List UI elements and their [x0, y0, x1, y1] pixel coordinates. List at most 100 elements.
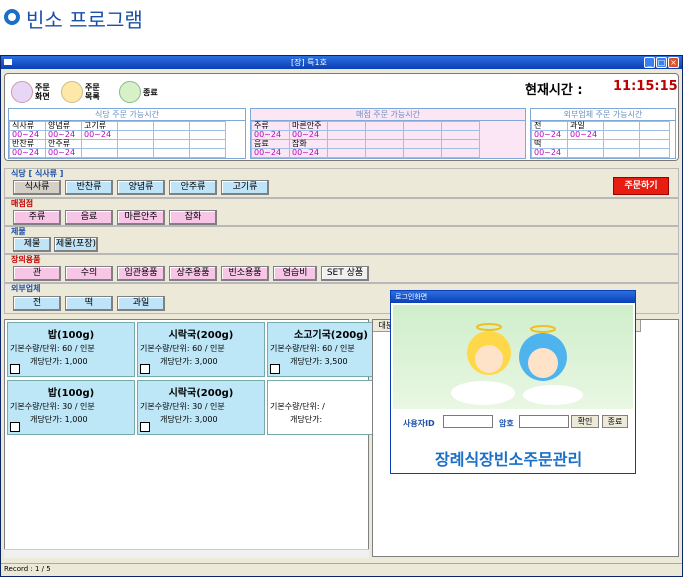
order-screen-button[interactable]: 주문 화면: [11, 78, 50, 106]
hours-cell: [567, 139, 604, 149]
toolbar-label: 주문: [85, 83, 100, 92]
category-button[interactable]: 고기류: [221, 180, 269, 195]
product-name: 밥(100g): [47, 330, 95, 341]
category-button[interactable]: 떡: [65, 296, 113, 311]
cloud-icon: [523, 385, 583, 405]
product-checkbox[interactable]: [140, 422, 150, 432]
category-title: 매점점: [11, 199, 34, 208]
hours-cell: [189, 121, 226, 131]
product-card[interactable]: 밥(100g) 기본수량/단위: 60 / 인분 개당단가: 1,000: [7, 322, 135, 377]
category-button[interactable]: 식사류: [13, 180, 61, 195]
order-list-button[interactable]: 주문 목록: [61, 78, 100, 106]
category-button[interactable]: 과일: [117, 296, 165, 311]
category-button[interactable]: 입관용품: [117, 266, 165, 281]
category-button[interactable]: 제물: [13, 237, 51, 252]
category-button[interactable]: 빈소용품: [221, 266, 269, 281]
hours-cell: [117, 148, 154, 158]
category-button[interactable]: 마른안주: [117, 210, 165, 225]
place-order-button[interactable]: 주문하기: [613, 177, 669, 195]
hours-cell: [639, 130, 670, 140]
toolbar-label: 종료: [143, 87, 158, 97]
hours-cell: [153, 139, 190, 149]
restaurant-category: 식당 [ 식사류 ] 식사류 반찬류 양념류 안주류 고기류: [4, 168, 679, 198]
category-button[interactable]: 관: [13, 266, 61, 281]
hours-cell: [639, 148, 670, 158]
minimize-icon[interactable]: _: [644, 57, 655, 68]
product-card[interactable]: 시락국(200g) 기본수량/단위: 60 / 인분 개당단가: 3,000: [137, 322, 265, 377]
category-button[interactable]: 음료: [65, 210, 113, 225]
product-price: 개당단가: 3,000: [160, 415, 218, 424]
maximize-icon[interactable]: □: [656, 57, 667, 68]
store-hours-grid: 매점 주문 가능시간 주류 마른안주 00~24 00~24 음료 잡화 00~24 00~2…: [250, 108, 526, 159]
hours-cell: [117, 130, 154, 140]
category-button[interactable]: 잡화: [169, 210, 217, 225]
category-button[interactable]: 염습비: [273, 266, 317, 281]
hours-table: 식사류 양념류 고기류 00~24 00~24 00~24 반찬류 안주류 00~24 00~24: [9, 121, 226, 158]
hours-cell: [189, 139, 226, 149]
product-price: 개당단가: 3,500: [290, 357, 348, 366]
hours-cell: 00~24: [9, 148, 46, 158]
password-input[interactable]: [519, 415, 569, 428]
hours-cell: [81, 148, 118, 158]
product-price: 개당단가: 1,000: [30, 415, 88, 424]
grid-title: 매점 주문 가능시간: [251, 109, 525, 121]
category-button[interactable]: 전: [13, 296, 61, 311]
password-label: 암호: [499, 419, 514, 428]
hours-cell: 00~24: [567, 130, 604, 140]
horizontal-scrollbar[interactable]: [4, 549, 369, 558]
angel-face-icon: [475, 345, 503, 373]
product-card[interactable]: 시락국(200g) 기본수량/단위: 30 / 인분 개당단가: 3,000: [137, 380, 265, 435]
category-button[interactable]: 양념류: [117, 180, 165, 195]
hours-cell: [365, 130, 404, 140]
product-price: 개당단가: 3,000: [160, 357, 218, 366]
product-checkbox[interactable]: [10, 364, 20, 374]
hours-cell: [365, 148, 404, 158]
category-title: 제물: [11, 227, 26, 236]
hours-cell: 00~24: [289, 148, 328, 158]
hours-table: 전 과일 00~24 00~24 떡 00~24: [531, 121, 670, 158]
hours-row: 음료 잡화: [251, 139, 480, 149]
exit-button[interactable]: 종료: [119, 78, 158, 106]
hours-cell: [403, 148, 442, 158]
category-button[interactable]: 상주용품: [169, 266, 217, 281]
hours-cell: [603, 148, 640, 158]
hours-cell: [441, 139, 480, 149]
hours-cell: [153, 121, 190, 131]
category-button[interactable]: 반찬류: [65, 180, 113, 195]
hours-cell: [189, 130, 226, 140]
category-button[interactable]: 주류: [13, 210, 61, 225]
product-quantity: 기본수량/단위: 60 / 인분: [10, 344, 95, 353]
hours-cell: [639, 139, 670, 149]
category-button[interactable]: 수의: [65, 266, 113, 281]
hours-cell: [403, 139, 442, 149]
hours-cell: [403, 121, 442, 131]
login-exit-button[interactable]: 종료: [602, 415, 628, 428]
checklist-icon: [61, 81, 83, 103]
hours-table: 주류 마른안주 00~24 00~24 음료 잡화 00~24 00~24: [251, 121, 480, 158]
halo-icon: [476, 323, 502, 331]
category-title: 식당 [ 식사류 ]: [11, 169, 64, 178]
category-button[interactable]: 안주류: [169, 180, 217, 195]
user-id-input[interactable]: [443, 415, 493, 428]
close-icon[interactable]: ×: [668, 57, 679, 68]
top-panel: 주문 화면 주문 목록 종료 현재시간 : 11:15:15 식당 주문 가능시간 …: [4, 73, 679, 161]
hours-cell: [603, 130, 640, 140]
hours-cell: [441, 148, 480, 158]
toolbar-label: 화면: [35, 92, 50, 101]
hours-cell: [153, 130, 190, 140]
login-ok-button[interactable]: 확인: [571, 415, 599, 428]
product-card[interactable]: 밥(100g) 기본수량/단위: 30 / 인분 개당단가: 1,000: [7, 380, 135, 435]
product-checkbox[interactable]: [140, 364, 150, 374]
hours-cell: [327, 139, 366, 149]
product-checkbox[interactable]: [270, 364, 280, 374]
toolbar-label: 주문: [35, 83, 50, 92]
category-button[interactable]: 제물(포장): [54, 237, 98, 252]
product-checkbox[interactable]: [10, 422, 20, 432]
category-button[interactable]: SET 상품: [321, 266, 369, 281]
hours-row: 00~24 00~24: [251, 130, 480, 140]
hours-cell: [603, 139, 640, 149]
grid-icon: [119, 81, 141, 103]
hours-row: 00~24 00~24: [9, 148, 226, 158]
hours-cell: [153, 148, 190, 158]
hours-cell: [327, 130, 366, 140]
